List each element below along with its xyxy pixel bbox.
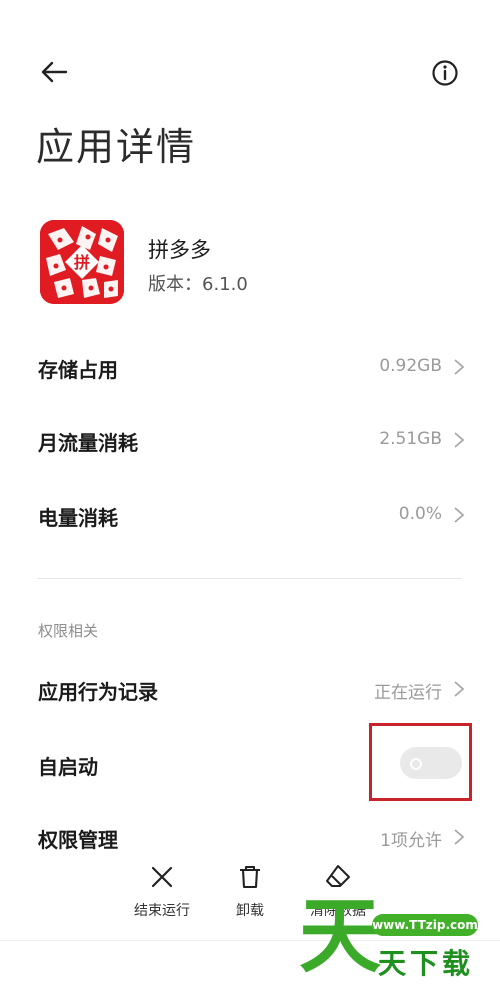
watermark-text: 天下载	[378, 947, 475, 980]
svg-text:拼: 拼	[74, 253, 90, 272]
app-behavior-value: 正在运行	[374, 683, 442, 703]
back-button[interactable]	[38, 58, 70, 86]
chevron-right-icon	[454, 829, 465, 845]
pinduoduo-logo-icon: 拼	[40, 220, 124, 304]
storage-label: 存储占用	[38, 358, 118, 382]
close-x-icon	[151, 866, 173, 888]
force-stop-button[interactable]: 结束运行	[112, 864, 212, 924]
info-button[interactable]	[430, 58, 460, 88]
watermark-url: www.TTzip.com	[372, 914, 478, 936]
chevron-right-icon	[454, 507, 465, 523]
uninstall-button[interactable]: 卸载	[200, 864, 300, 924]
autostart-label: 自启动	[38, 755, 98, 779]
permissions-section-title: 权限相关	[38, 622, 99, 640]
storage-value: 0.92GB	[379, 356, 442, 376]
info-circle-icon	[432, 60, 458, 86]
battery-row[interactable]: 电量消耗 0.0%	[0, 490, 500, 540]
page-title: 应用详情	[36, 125, 197, 169]
battery-value: 0.0%	[398, 504, 442, 524]
data-usage-value: 2.51GB	[379, 429, 442, 449]
uninstall-label: 卸载	[236, 903, 264, 919]
svg-text:天: 天	[300, 889, 381, 978]
app-name: 拼多多	[148, 238, 211, 262]
data-usage-row[interactable]: 月流量消耗 2.51GB	[0, 415, 500, 465]
storage-row[interactable]: 存储占用 0.92GB	[0, 342, 500, 392]
chevron-right-icon	[454, 432, 465, 448]
data-usage-label: 月流量消耗	[38, 431, 138, 455]
bottom-divider	[0, 940, 500, 941]
battery-label: 电量消耗	[38, 506, 118, 530]
permission-management-row[interactable]: 权限管理 1项允许	[0, 812, 500, 852]
app-icon: 拼	[40, 220, 124, 304]
permission-management-label: 权限管理	[38, 828, 118, 852]
chevron-right-icon	[454, 681, 465, 697]
app-behavior-row[interactable]: 应用行为记录 正在运行	[0, 664, 500, 714]
chevron-right-icon	[454, 359, 465, 375]
arrow-left-icon	[41, 61, 68, 83]
app-version: 版本：6.1.0	[148, 274, 248, 295]
trash-icon	[240, 865, 260, 889]
force-stop-label: 结束运行	[134, 903, 190, 919]
permission-management-value: 1项允许	[380, 831, 442, 851]
autostart-toggle[interactable]	[400, 747, 462, 779]
toggle-knob	[410, 758, 422, 770]
eraser-icon	[326, 865, 350, 887]
app-behavior-label: 应用行为记录	[38, 680, 158, 704]
section-divider	[37, 578, 461, 579]
